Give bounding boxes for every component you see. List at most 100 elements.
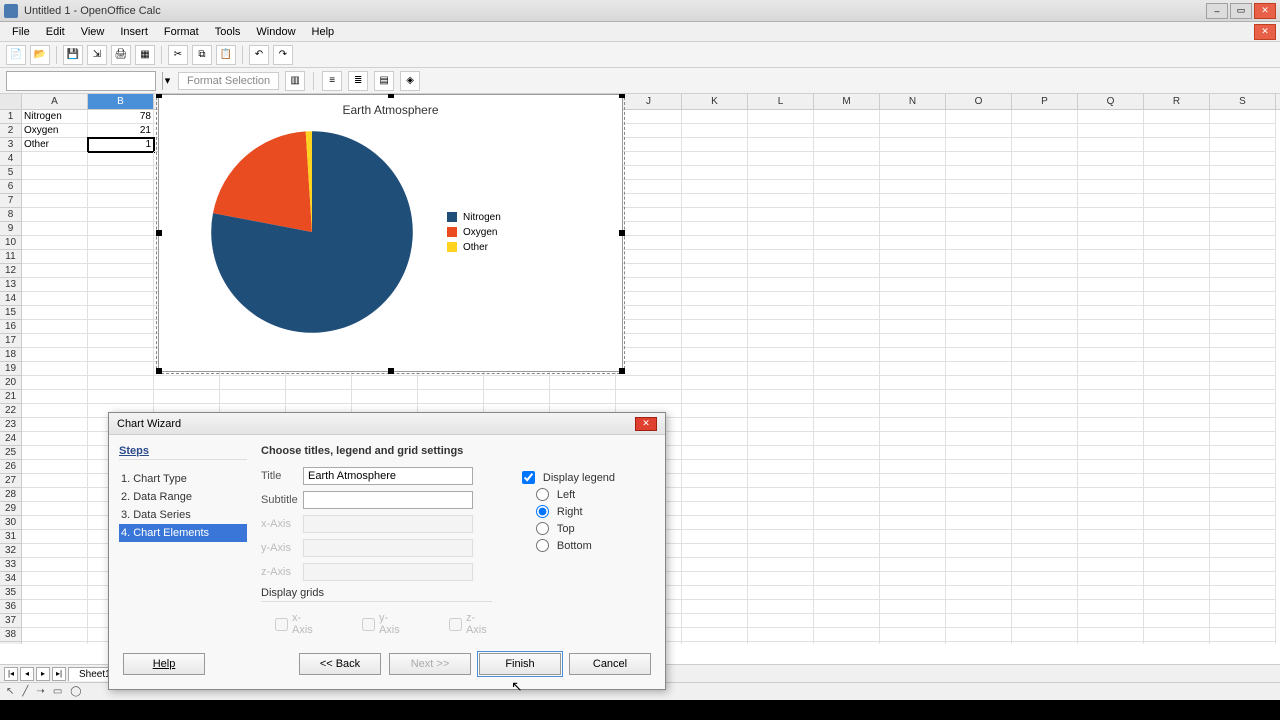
cell[interactable]: 78: [88, 110, 154, 124]
legend-bottom-radio[interactable]: [536, 539, 549, 552]
cell[interactable]: [1144, 488, 1210, 502]
row-header[interactable]: 10: [0, 236, 22, 250]
cell[interactable]: [1210, 236, 1276, 250]
row-header[interactable]: 34: [0, 572, 22, 586]
cell[interactable]: [880, 474, 946, 488]
row-header[interactable]: 14: [0, 292, 22, 306]
cell[interactable]: [22, 530, 88, 544]
cell[interactable]: [1012, 222, 1078, 236]
cell[interactable]: [880, 446, 946, 460]
cell[interactable]: [1144, 194, 1210, 208]
row-header[interactable]: 37: [0, 614, 22, 628]
cell[interactable]: [1210, 152, 1276, 166]
cell[interactable]: [1012, 236, 1078, 250]
row-header[interactable]: 28: [0, 488, 22, 502]
cell[interactable]: [946, 418, 1012, 432]
cell[interactable]: [1078, 446, 1144, 460]
cell[interactable]: [1144, 138, 1210, 152]
cell[interactable]: [1210, 404, 1276, 418]
cell[interactable]: Nitrogen: [22, 110, 88, 124]
cell[interactable]: [880, 572, 946, 586]
cell[interactable]: [616, 180, 682, 194]
cell[interactable]: [1078, 222, 1144, 236]
cell[interactable]: [1012, 194, 1078, 208]
column-header[interactable]: R: [1144, 94, 1210, 109]
print-preview-icon[interactable]: ▦: [135, 45, 155, 65]
cell[interactable]: [616, 166, 682, 180]
cell[interactable]: [22, 544, 88, 558]
row-header[interactable]: 30: [0, 516, 22, 530]
display-legend-checkbox[interactable]: [522, 471, 535, 484]
cell[interactable]: [1012, 516, 1078, 530]
cell[interactable]: [1078, 460, 1144, 474]
cell[interactable]: [946, 460, 1012, 474]
cell[interactable]: [814, 264, 880, 278]
row-header[interactable]: 16: [0, 320, 22, 334]
cell[interactable]: [946, 642, 1012, 644]
column-header[interactable]: J: [616, 94, 682, 109]
row-header[interactable]: 38: [0, 628, 22, 642]
cell[interactable]: [1078, 152, 1144, 166]
row-header[interactable]: 33: [0, 558, 22, 572]
cell[interactable]: [1078, 208, 1144, 222]
save-icon[interactable]: 💾: [63, 45, 83, 65]
row-header[interactable]: 39: [0, 642, 22, 644]
cell[interactable]: [1012, 530, 1078, 544]
cell[interactable]: [946, 614, 1012, 628]
cell[interactable]: [682, 194, 748, 208]
cell[interactable]: [748, 166, 814, 180]
cell[interactable]: [880, 348, 946, 362]
cell[interactable]: [748, 180, 814, 194]
cell[interactable]: [880, 138, 946, 152]
cell[interactable]: [880, 236, 946, 250]
cell[interactable]: [1144, 208, 1210, 222]
cell[interactable]: [946, 390, 1012, 404]
cell[interactable]: [748, 362, 814, 376]
cell[interactable]: [1012, 558, 1078, 572]
cell[interactable]: [1078, 530, 1144, 544]
cell[interactable]: [418, 390, 484, 404]
row-header[interactable]: 8: [0, 208, 22, 222]
cell[interactable]: [1012, 376, 1078, 390]
cell[interactable]: [748, 376, 814, 390]
first-sheet-icon[interactable]: |◂: [4, 667, 18, 681]
cell[interactable]: [88, 152, 154, 166]
cell[interactable]: [814, 376, 880, 390]
cell[interactable]: [946, 250, 1012, 264]
row-header[interactable]: 6: [0, 180, 22, 194]
cell[interactable]: [1078, 418, 1144, 432]
cell[interactable]: [1210, 180, 1276, 194]
cell[interactable]: [1144, 222, 1210, 236]
cell[interactable]: [1012, 572, 1078, 586]
cell[interactable]: [946, 208, 1012, 222]
cell[interactable]: [1012, 404, 1078, 418]
cell[interactable]: [1012, 544, 1078, 558]
cell[interactable]: [1078, 110, 1144, 124]
cell[interactable]: [682, 208, 748, 222]
cell[interactable]: [946, 376, 1012, 390]
cell[interactable]: [748, 418, 814, 432]
cell[interactable]: [1210, 320, 1276, 334]
name-box-dropdown-icon[interactable]: ▾: [162, 72, 172, 90]
cell[interactable]: [748, 390, 814, 404]
cell[interactable]: [88, 390, 154, 404]
print-icon[interactable]: 🖨: [111, 45, 131, 65]
cell[interactable]: [1012, 614, 1078, 628]
menu-window[interactable]: Window: [248, 24, 303, 40]
cell[interactable]: [1210, 516, 1276, 530]
cell[interactable]: [616, 110, 682, 124]
row-header[interactable]: 23: [0, 418, 22, 432]
cell[interactable]: [880, 250, 946, 264]
cell[interactable]: [814, 334, 880, 348]
cell[interactable]: [682, 376, 748, 390]
cell[interactable]: [814, 348, 880, 362]
name-box[interactable]: [6, 71, 156, 91]
cell[interactable]: [22, 264, 88, 278]
cell[interactable]: [814, 306, 880, 320]
cell[interactable]: [880, 390, 946, 404]
cell[interactable]: [1078, 404, 1144, 418]
cell[interactable]: [1144, 432, 1210, 446]
cell[interactable]: [1144, 306, 1210, 320]
cell[interactable]: [1078, 614, 1144, 628]
cell[interactable]: [1144, 418, 1210, 432]
